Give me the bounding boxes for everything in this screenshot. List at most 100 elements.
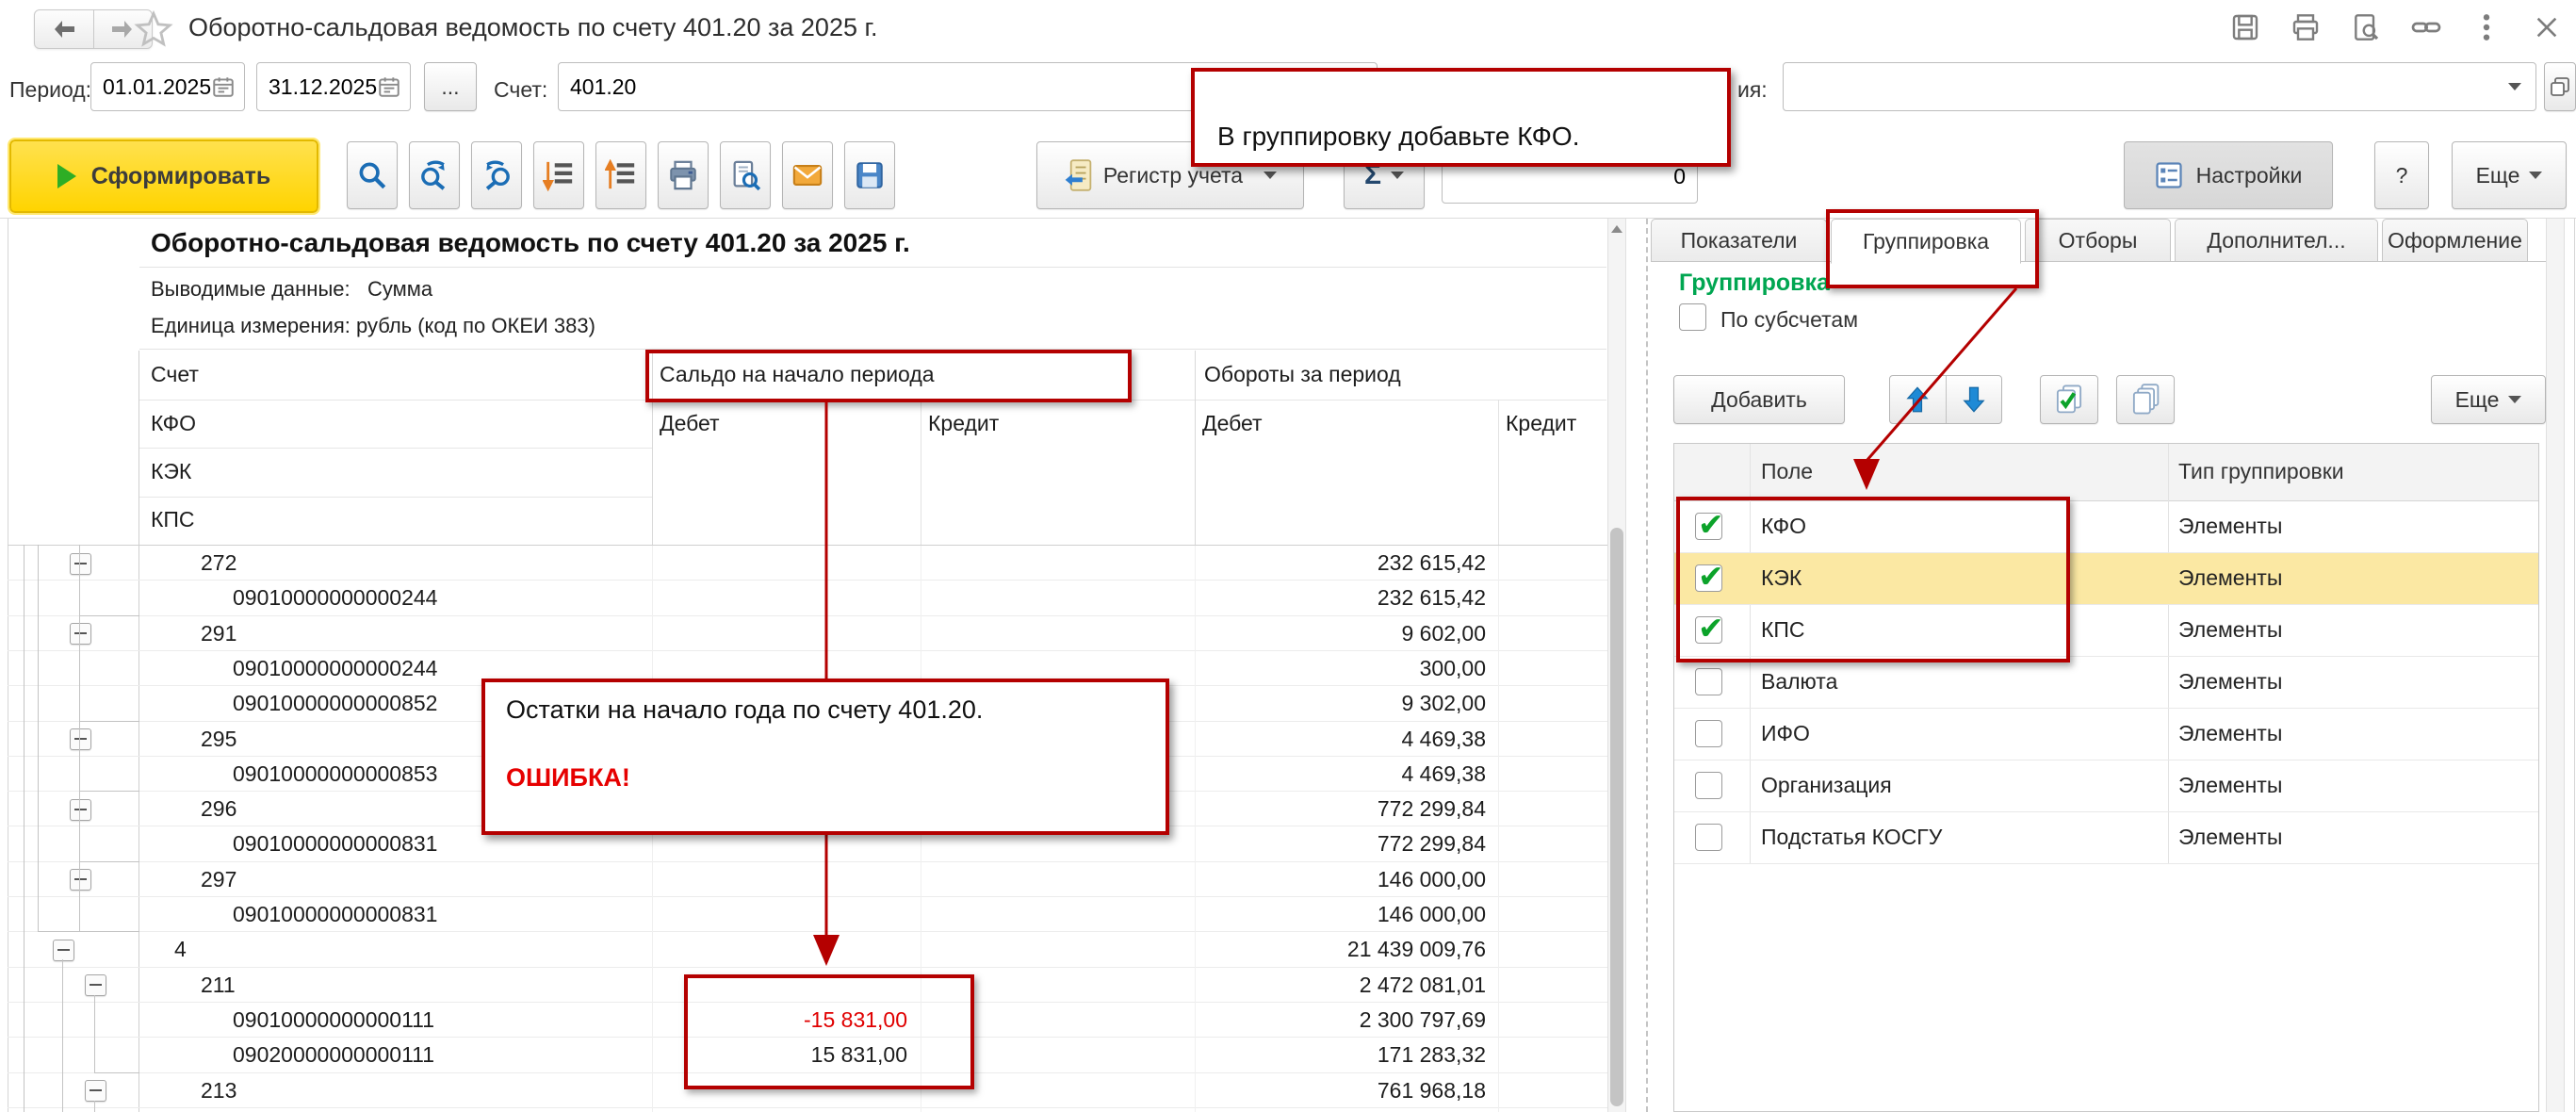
move-down-button[interactable] — [1947, 376, 2002, 423]
settings-button[interactable]: Настройки — [2124, 141, 2333, 209]
move-up-button[interactable] — [1890, 376, 1947, 423]
collapse-group-icon[interactable] — [70, 869, 91, 891]
report-cell-account[interactable]: 213 — [201, 1078, 236, 1104]
report-cell-turnover-debit[interactable]: 4 469,38 — [1215, 727, 1486, 752]
link-icon[interactable] — [2410, 11, 2442, 43]
report-cell-account[interactable]: 211 — [201, 973, 236, 998]
unchecked-checkbox[interactable] — [1695, 720, 1722, 747]
add-button[interactable]: Добавить — [1673, 375, 1845, 424]
collapse-levels-button[interactable] — [595, 141, 646, 209]
report-cell-turnover-debit[interactable]: 171 283,32 — [1215, 1042, 1486, 1068]
report-cell-account[interactable]: 272 — [201, 550, 236, 576]
panel-more-button[interactable]: Еще — [2431, 375, 2546, 424]
report-cell-turnover-debit[interactable]: 232 615,42 — [1215, 585, 1486, 611]
grouping-row-организация[interactable]: ОрганизацияЭлементы — [1674, 760, 2538, 812]
scroll-up-icon[interactable] — [1610, 224, 1623, 234]
calendar-icon[interactable] — [211, 74, 236, 99]
collapse-group-icon[interactable] — [70, 553, 91, 575]
report-cell-turnover-debit[interactable]: 2 472 081,01 — [1215, 973, 1486, 998]
report-cell-account[interactable]: 09020000000000111 — [233, 1042, 434, 1068]
collapse-group-icon[interactable] — [70, 799, 91, 821]
report-cell-account[interactable]: 09010000000000831 — [233, 902, 437, 927]
panel-splitter[interactable] — [1646, 219, 1648, 1112]
row-border — [8, 861, 1607, 862]
unchecked-checkbox[interactable] — [1695, 824, 1722, 851]
report-cell-turnover-debit[interactable]: 300,00 — [1215, 656, 1486, 681]
expand-levels-button[interactable] — [533, 141, 584, 209]
generate-button[interactable]: Сформировать — [9, 139, 318, 213]
report-cell-account[interactable]: 09010000000000244 — [233, 656, 437, 681]
expand-levels-icon — [543, 159, 575, 191]
report-cell-turnover-debit[interactable]: 146 000,00 — [1215, 902, 1486, 927]
close-icon[interactable] — [2531, 11, 2563, 43]
report-cell-turnover-debit[interactable]: 2 300 797,69 — [1215, 1007, 1486, 1033]
report-cell-turnover-debit[interactable]: 21 439 009,76 — [1215, 937, 1486, 962]
report-cell-account[interactable]: 09010000000000111 — [233, 1007, 434, 1033]
collapse-group-icon[interactable] — [70, 623, 91, 645]
tree-line — [62, 959, 63, 1112]
report-scrollbar[interactable] — [1607, 219, 1626, 1112]
uncheck-all-button[interactable] — [2116, 375, 2175, 424]
period-to-field[interactable]: 31.12.2025 — [256, 62, 411, 111]
report-cell-account[interactable]: 09010000000000244 — [233, 585, 437, 611]
grouping-row-ифо[interactable]: ИФОЭлементы — [1674, 709, 2538, 760]
organization-field[interactable] — [1783, 62, 2536, 111]
save-icon[interactable] — [2229, 11, 2261, 43]
send-email-button[interactable] — [782, 141, 833, 209]
unchecked-checkbox[interactable] — [1695, 668, 1722, 695]
report-cell-account[interactable]: 291 — [201, 621, 236, 646]
scrollbar-thumb[interactable] — [1610, 528, 1623, 1106]
print-icon[interactable] — [2290, 11, 2322, 43]
collapse-group-icon[interactable] — [53, 940, 74, 961]
by-subaccounts-checkbox[interactable] — [1679, 303, 1706, 331]
report-cell-account[interactable]: 297 — [201, 867, 236, 892]
report-cell-turnover-debit[interactable]: 772 299,84 — [1215, 796, 1486, 822]
report-cell-turnover-debit[interactable]: 232 615,42 — [1215, 550, 1486, 576]
save-button[interactable] — [844, 141, 895, 209]
calendar-icon[interactable] — [377, 74, 401, 99]
report-cell-account[interactable]: 09010000000000831 — [233, 831, 437, 857]
report-title: Оборотно-сальдовая ведомость по счету 40… — [151, 228, 910, 258]
find-previous-button[interactable] — [471, 141, 522, 209]
report-cell-turnover-debit[interactable]: 761 968,18 — [1215, 1078, 1486, 1104]
uncheck-all-icon — [2130, 384, 2160, 416]
collapse-group-icon[interactable] — [85, 974, 106, 996]
report-cell-account[interactable]: 295 — [201, 727, 236, 752]
toolbar-more-button[interactable]: Еще — [2452, 141, 2567, 209]
report-cell-turnover-debit[interactable]: 146 000,00 — [1215, 867, 1486, 892]
report-cell-turnover-debit[interactable]: 9 602,00 — [1215, 621, 1486, 646]
collapse-group-icon[interactable] — [85, 1080, 106, 1102]
grouping-row-валюта[interactable]: ВалютаЭлементы — [1674, 657, 2538, 709]
report-cell-account[interactable]: 09010000000000853 — [233, 761, 437, 787]
panel-scrollbar[interactable] — [2546, 219, 2565, 1112]
organization-choose-button[interactable] — [2544, 62, 2576, 111]
tab-отборы[interactable]: Отборы — [2025, 219, 2171, 262]
more-icon[interactable] — [2470, 11, 2503, 43]
preview-icon[interactable] — [2350, 11, 2382, 43]
collapse-group-icon[interactable] — [70, 728, 91, 750]
back-button[interactable] — [35, 10, 94, 48]
tab-показатели[interactable]: Показатели — [1651, 219, 1827, 262]
tab-дополнител-[interactable]: Дополнител... — [2175, 219, 2378, 262]
favorite-star-icon[interactable] — [134, 9, 173, 49]
report-cell-account[interactable]: 4 — [174, 937, 187, 962]
print-preview-button[interactable] — [720, 141, 771, 209]
search-button[interactable] — [347, 141, 398, 209]
report-cell-turnover-debit[interactable]: 4 469,38 — [1215, 761, 1486, 787]
grouping-row-подстатья-косгу[interactable]: Подстатья КОСГУЭлементы — [1674, 812, 2538, 864]
report-cell-turnover-debit[interactable]: 9 302,00 — [1215, 691, 1486, 716]
report-cell-turnover-debit[interactable]: 772 299,84 — [1215, 831, 1486, 857]
dropdown-button[interactable] — [2494, 63, 2535, 110]
check-all-button[interactable] — [2040, 375, 2098, 424]
save-icon — [854, 159, 886, 191]
grouping-type-label: Элементы — [2178, 773, 2282, 798]
find-next-button[interactable] — [409, 141, 460, 209]
print-button[interactable] — [658, 141, 709, 209]
period-from-field[interactable]: 01.01.2025 — [90, 62, 245, 111]
report-cell-account[interactable]: 296 — [201, 796, 236, 822]
tab-оформление[interactable]: Оформление — [2382, 219, 2528, 262]
report-cell-account[interactable]: 09010000000000852 — [233, 691, 437, 716]
unchecked-checkbox[interactable] — [1695, 772, 1722, 799]
period-options-button[interactable]: ... — [424, 62, 477, 111]
help-button[interactable]: ? — [2374, 141, 2429, 209]
